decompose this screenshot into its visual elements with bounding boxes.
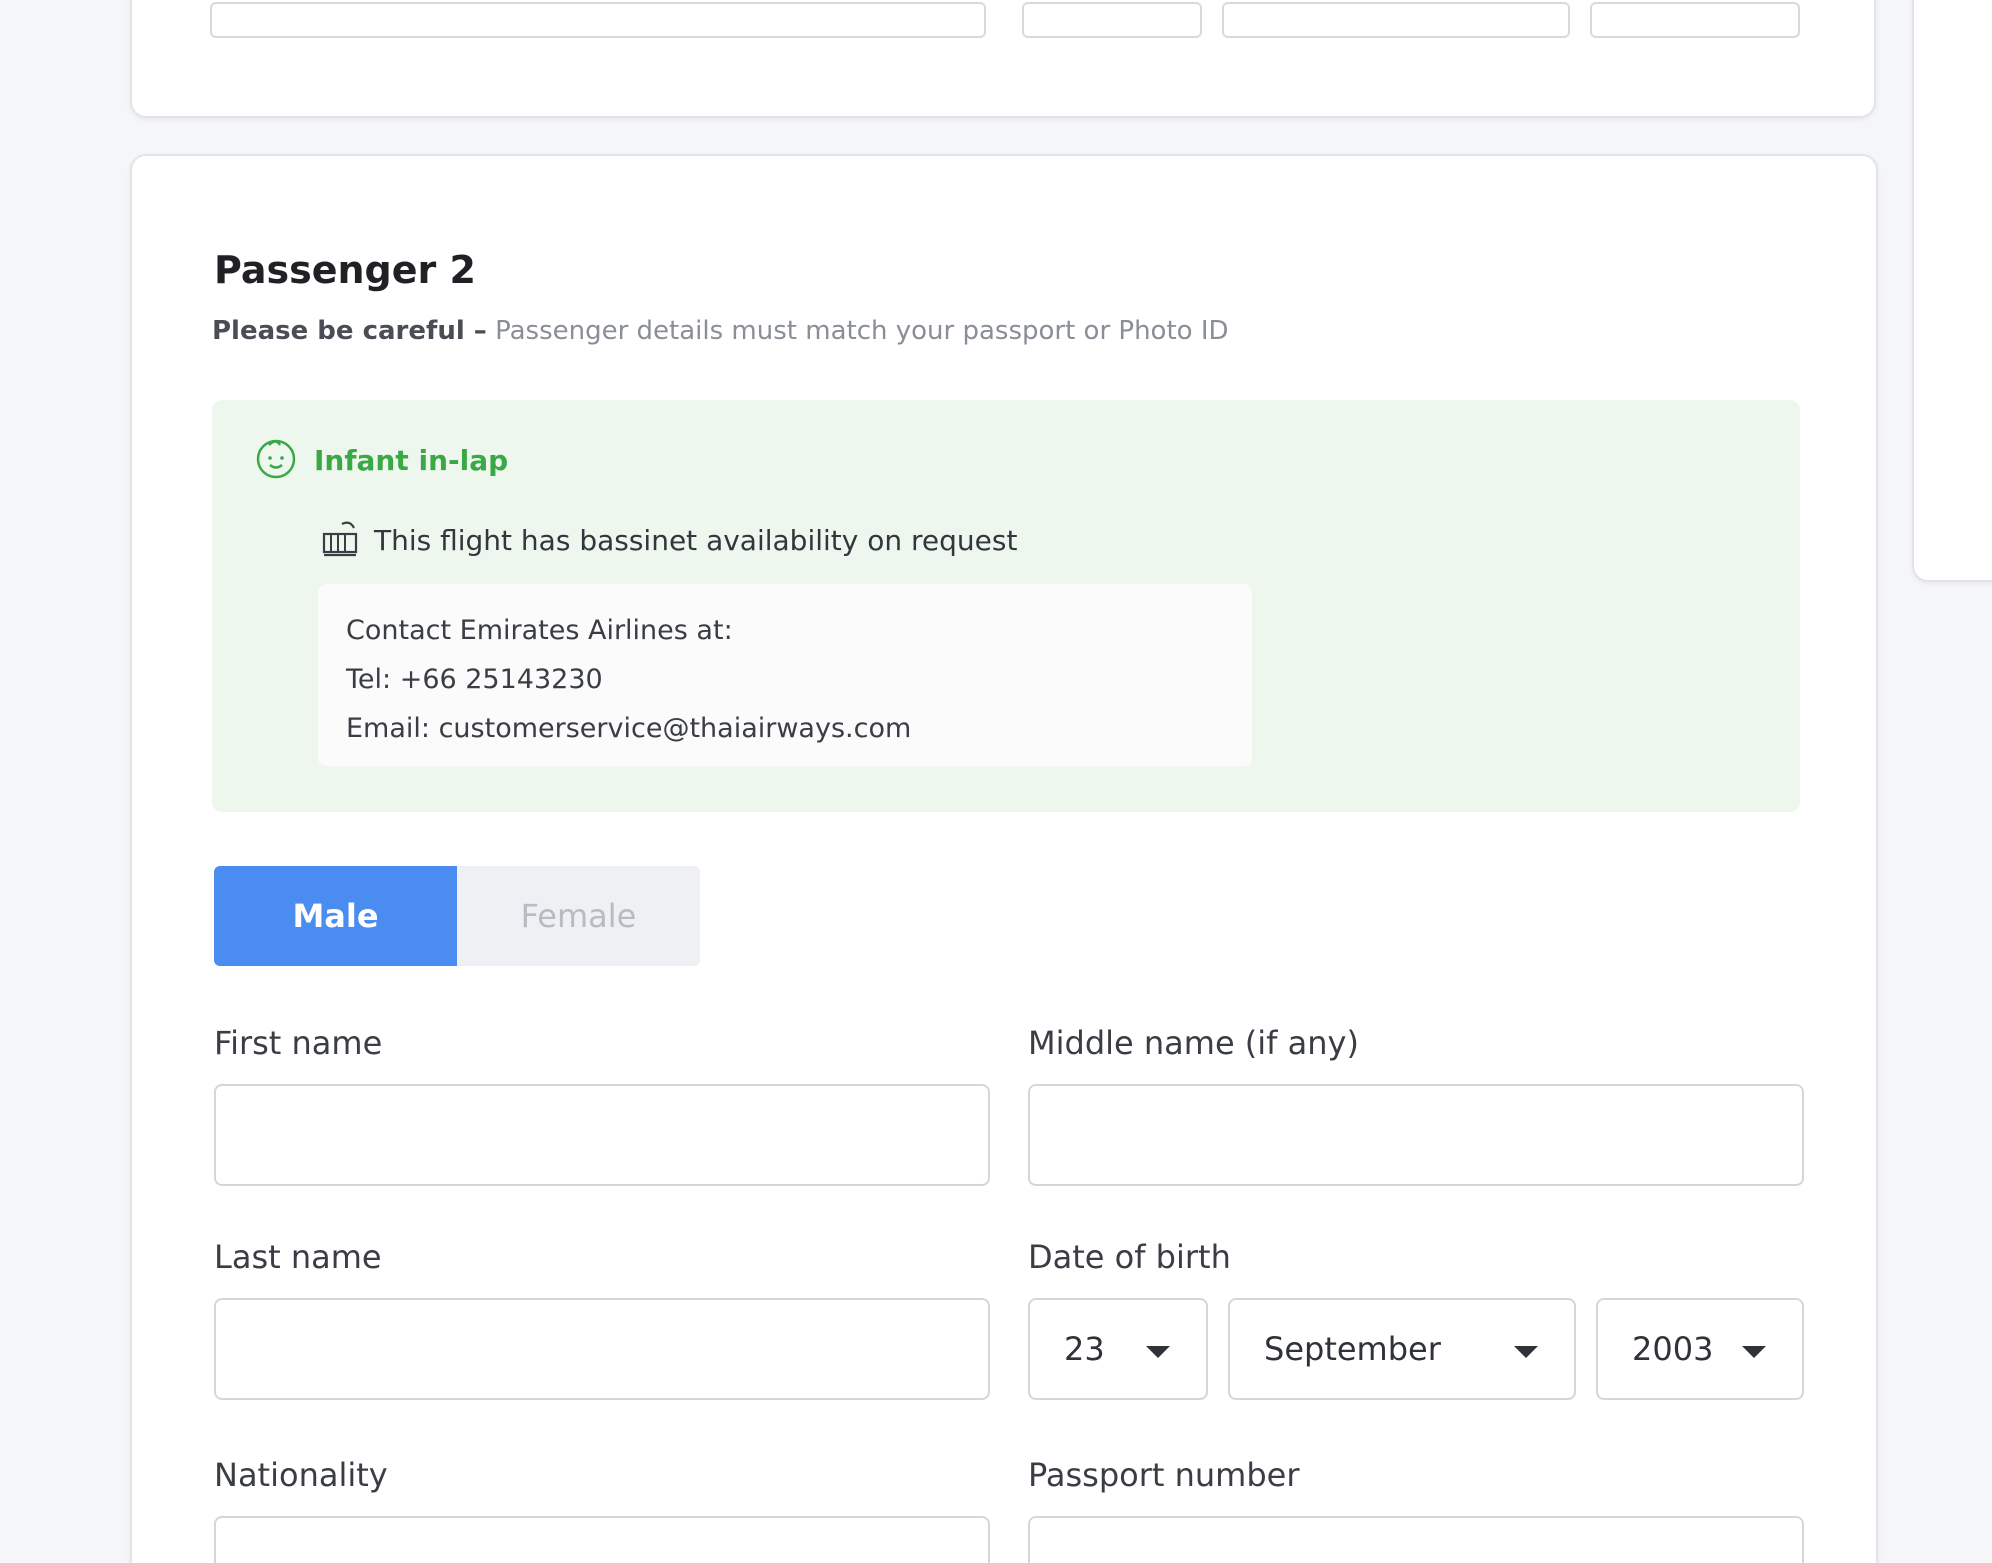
dob-year-select[interactable]: 2003 xyxy=(1596,1298,1804,1400)
passport-number-input[interactable] xyxy=(1028,1516,1804,1563)
dob-year-value: 2003 xyxy=(1632,1330,1714,1368)
nationality-select[interactable] xyxy=(214,1516,990,1563)
bassinet-icon xyxy=(320,518,360,562)
infant-info-box: Infant in-lap This flight has bassinet a… xyxy=(212,400,1800,812)
baby-face-icon xyxy=(254,436,298,484)
first-name-label: First name xyxy=(214,1024,383,1062)
date-of-birth-label: Date of birth xyxy=(1028,1238,1231,1276)
contact-heading: Contact Emirates Airlines at: xyxy=(346,615,733,646)
middle-name-label: Middle name (if any) xyxy=(1028,1024,1359,1062)
dob-month-select[interactable]: September xyxy=(1228,1298,1576,1400)
dob-day-select[interactable]: 23 xyxy=(1028,1298,1208,1400)
last-name-label: Last name xyxy=(214,1238,382,1276)
previous-field[interactable] xyxy=(210,2,986,38)
infant-header: Infant in-lap xyxy=(254,436,508,484)
passenger-title: Passenger 2 xyxy=(214,248,476,292)
bassinet-row: This flight has bassinet availability on… xyxy=(320,518,1017,562)
chevron-down-icon xyxy=(1742,1346,1766,1358)
dob-month-value: September xyxy=(1264,1330,1441,1368)
previous-dob-day-select[interactable] xyxy=(1022,2,1202,38)
nationality-label: Nationality xyxy=(214,1456,388,1494)
bassinet-text: This flight has bassinet availability on… xyxy=(374,523,1018,557)
last-name-input[interactable] xyxy=(214,1298,990,1400)
passenger-notice: Please be careful – Passenger details mu… xyxy=(212,316,1229,346)
middle-name-input[interactable] xyxy=(1028,1084,1804,1186)
passport-number-label: Passport number xyxy=(1028,1456,1300,1494)
contact-email: Email: customerservice@thaiairways.com xyxy=(346,713,912,744)
passenger-card: Passenger 2 Please be careful – Passenge… xyxy=(130,154,1878,1563)
side-panel xyxy=(1912,0,1992,582)
contact-tel: Tel: +66 25143230 xyxy=(346,664,603,695)
notice-text: Passenger details must match your passpo… xyxy=(486,316,1229,346)
chevron-down-icon xyxy=(1146,1346,1170,1358)
gender-toggle: Male Female xyxy=(214,866,700,966)
previous-passenger-card xyxy=(130,0,1876,118)
notice-lead: Please be careful – xyxy=(212,316,487,346)
gender-male-button[interactable]: Male xyxy=(214,866,457,966)
first-name-input[interactable] xyxy=(214,1084,990,1186)
airline-contact-box: Contact Emirates Airlines at: Tel: +66 2… xyxy=(318,584,1252,766)
infant-label: Infant in-lap xyxy=(314,443,509,477)
dob-day-value: 23 xyxy=(1064,1330,1105,1368)
chevron-down-icon xyxy=(1514,1346,1538,1358)
page: Passenger 2 Please be careful – Passenge… xyxy=(0,0,1992,1563)
gender-female-button[interactable]: Female xyxy=(457,866,700,966)
previous-dob-month-select[interactable] xyxy=(1222,2,1570,38)
previous-dob-year-select[interactable] xyxy=(1590,2,1800,38)
